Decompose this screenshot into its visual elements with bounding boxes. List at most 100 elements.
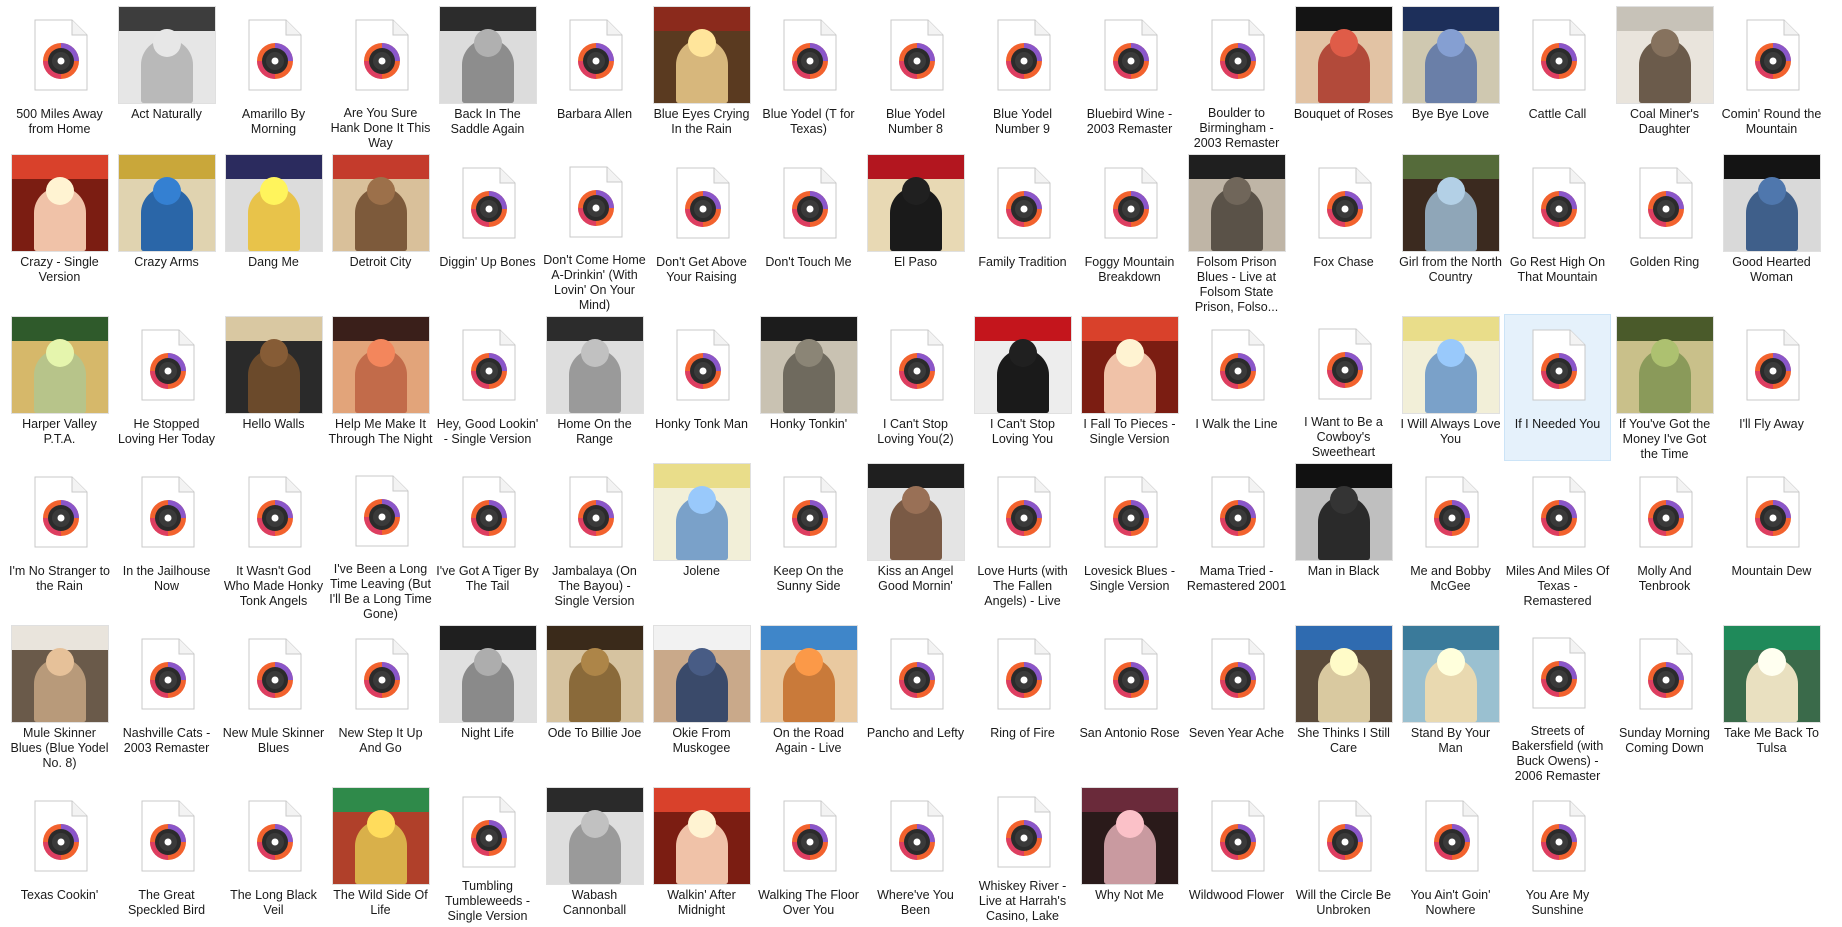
file-item[interactable]: Foggy Mountain Breakdown xyxy=(1076,152,1183,314)
file-item[interactable]: Mule Skinner Blues (Blue Yodel No. 8) xyxy=(6,623,113,785)
file-item[interactable]: I'm No Stranger to the Rain xyxy=(6,461,113,623)
file-item[interactable]: Wildwood Flower xyxy=(1183,785,1290,925)
file-item[interactable]: Jambalaya (On The Bayou) - Single Versio… xyxy=(541,461,648,623)
file-item[interactable]: Barbara Allen xyxy=(541,4,648,152)
file-item[interactable]: Okie From Muskogee xyxy=(648,623,755,785)
file-item[interactable]: Mountain Dew xyxy=(1718,461,1825,623)
file-item[interactable]: Will the Circle Be Unbroken xyxy=(1290,785,1397,925)
file-item[interactable]: Seven Year Ache xyxy=(1183,623,1290,785)
file-item[interactable]: Good Hearted Woman xyxy=(1718,152,1825,314)
file-item[interactable]: Hello Walls xyxy=(220,314,327,461)
file-item[interactable]: Help Me Make It Through The Night xyxy=(327,314,434,461)
file-item[interactable]: Whiskey River - Live at Harrah's Casino,… xyxy=(969,785,1076,925)
file-item[interactable]: Keep On the Sunny Side xyxy=(755,461,862,623)
file-item[interactable]: Back In The Saddle Again xyxy=(434,4,541,152)
file-item[interactable]: Bouquet of Roses xyxy=(1290,4,1397,152)
file-item[interactable]: Stand By Your Man xyxy=(1397,623,1504,785)
file-item[interactable]: If I Needed You xyxy=(1504,314,1611,461)
file-item[interactable]: Bye Bye Love xyxy=(1397,4,1504,152)
file-item[interactable]: Wabash Cannonball xyxy=(541,785,648,925)
file-item[interactable]: Crazy - Single Version xyxy=(6,152,113,314)
file-item[interactable]: Walking The Floor Over You xyxy=(755,785,862,925)
file-item[interactable]: On the Road Again - Live xyxy=(755,623,862,785)
file-item[interactable]: Night Life xyxy=(434,623,541,785)
file-item[interactable]: The Great Speckled Bird xyxy=(113,785,220,925)
file-item[interactable]: Honky Tonk Man xyxy=(648,314,755,461)
file-item[interactable]: Honky Tonkin' xyxy=(755,314,862,461)
file-item[interactable]: Miles And Miles Of Texas - Remastered xyxy=(1504,461,1611,623)
file-item[interactable]: You Are My Sunshine xyxy=(1504,785,1611,925)
file-item[interactable]: Take Me Back To Tulsa xyxy=(1718,623,1825,785)
file-item[interactable]: Detroit City xyxy=(327,152,434,314)
file-item[interactable]: New Step It Up And Go xyxy=(327,623,434,785)
file-item[interactable]: New Mule Skinner Blues xyxy=(220,623,327,785)
file-item[interactable]: Harper Valley P.T.A. xyxy=(6,314,113,461)
file-item[interactable]: Love Hurts (with The Fallen Angels) - Li… xyxy=(969,461,1076,623)
file-item[interactable]: I Walk the Line xyxy=(1183,314,1290,461)
file-item[interactable]: I Can't Stop Loving You xyxy=(969,314,1076,461)
file-item[interactable]: Tumbling Tumbleweeds - Single Version xyxy=(434,785,541,925)
file-item[interactable]: Ring of Fire xyxy=(969,623,1076,785)
file-item[interactable]: El Paso xyxy=(862,152,969,314)
file-item[interactable]: I Can't Stop Loving You(2) xyxy=(862,314,969,461)
file-item[interactable]: Sunday Morning Coming Down xyxy=(1611,623,1718,785)
file-item[interactable]: In the Jailhouse Now xyxy=(113,461,220,623)
file-item[interactable]: Cattle Call xyxy=(1504,4,1611,152)
file-item[interactable]: Me and Bobby McGee xyxy=(1397,461,1504,623)
file-item[interactable]: Don't Come Home A-Drinkin' (With Lovin' … xyxy=(541,152,648,314)
file-item[interactable]: Home On the Range xyxy=(541,314,648,461)
file-item[interactable]: Folsom Prison Blues - Live at Folsom Sta… xyxy=(1183,152,1290,314)
file-item[interactable]: The Wild Side Of Life xyxy=(327,785,434,925)
file-item[interactable]: Nashville Cats - 2003 Remaster xyxy=(113,623,220,785)
file-item[interactable]: Don't Get Above Your Raising xyxy=(648,152,755,314)
file-item[interactable]: Blue Eyes Crying In the Rain xyxy=(648,4,755,152)
file-item[interactable]: Man in Black xyxy=(1290,461,1397,623)
file-item[interactable]: Diggin' Up Bones xyxy=(434,152,541,314)
file-item[interactable]: Where've You Been xyxy=(862,785,969,925)
file-item[interactable]: Crazy Arms xyxy=(113,152,220,314)
file-item[interactable]: Ode To Billie Joe xyxy=(541,623,648,785)
file-item[interactable]: Blue Yodel (T for Texas) xyxy=(755,4,862,152)
file-item[interactable]: Blue Yodel Number 9 xyxy=(969,4,1076,152)
file-item[interactable]: I've Been a Long Time Leaving (But I'll … xyxy=(327,461,434,623)
file-item[interactable]: Fox Chase xyxy=(1290,152,1397,314)
file-item[interactable]: Pancho and Lefty xyxy=(862,623,969,785)
file-item[interactable]: Golden Ring xyxy=(1611,152,1718,314)
file-item[interactable]: Boulder to Birmingham - 2003 Remaster xyxy=(1183,4,1290,152)
file-item[interactable]: Bluebird Wine - 2003 Remaster xyxy=(1076,4,1183,152)
file-item[interactable]: Don't Touch Me xyxy=(755,152,862,314)
file-item[interactable]: I Fall To Pieces - Single Version xyxy=(1076,314,1183,461)
file-item[interactable]: He Stopped Loving Her Today xyxy=(113,314,220,461)
file-item[interactable]: Molly And Tenbrook xyxy=(1611,461,1718,623)
file-item[interactable]: Kiss an Angel Good Mornin' xyxy=(862,461,969,623)
file-item[interactable]: Why Not Me xyxy=(1076,785,1183,925)
file-item[interactable]: I've Got A Tiger By The Tail xyxy=(434,461,541,623)
file-item[interactable]: I'll Fly Away xyxy=(1718,314,1825,461)
file-item[interactable]: Blue Yodel Number 8 xyxy=(862,4,969,152)
file-item[interactable]: Go Rest High On That Mountain xyxy=(1504,152,1611,314)
file-item[interactable]: Jolene xyxy=(648,461,755,623)
file-item[interactable]: Girl from the North Country xyxy=(1397,152,1504,314)
file-item[interactable]: Streets of Bakersfield (with Buck Owens)… xyxy=(1504,623,1611,785)
file-item[interactable]: If You've Got the Money I've Got the Tim… xyxy=(1611,314,1718,461)
file-item[interactable]: Mama Tried - Remastered 2001 xyxy=(1183,461,1290,623)
file-item[interactable]: The Long Black Veil xyxy=(220,785,327,925)
file-item[interactable]: San Antonio Rose xyxy=(1076,623,1183,785)
file-item[interactable]: You Ain't Goin' Nowhere xyxy=(1397,785,1504,925)
file-item[interactable]: Texas Cookin' xyxy=(6,785,113,925)
file-item[interactable]: Coal Miner's Daughter xyxy=(1611,4,1718,152)
file-item[interactable]: Dang Me xyxy=(220,152,327,314)
file-item[interactable]: Are You Sure Hank Done It This Way xyxy=(327,4,434,152)
file-item[interactable]: I Will Always Love You xyxy=(1397,314,1504,461)
file-item[interactable]: Walkin' After Midnight xyxy=(648,785,755,925)
file-item[interactable]: It Wasn't God Who Made Honky Tonk Angels xyxy=(220,461,327,623)
file-item[interactable]: Act Naturally xyxy=(113,4,220,152)
file-item[interactable]: 500 Miles Away from Home xyxy=(6,4,113,152)
file-item[interactable]: Comin' Round the Mountain xyxy=(1718,4,1825,152)
file-item[interactable]: Hey, Good Lookin' - Single Version xyxy=(434,314,541,461)
file-item[interactable]: Family Tradition xyxy=(969,152,1076,314)
file-item[interactable]: I Want to Be a Cowboy's Sweetheart xyxy=(1290,314,1397,461)
file-item[interactable]: Amarillo By Morning xyxy=(220,4,327,152)
file-item[interactable]: She Thinks I Still Care xyxy=(1290,623,1397,785)
file-item[interactable]: Lovesick Blues - Single Version xyxy=(1076,461,1183,623)
